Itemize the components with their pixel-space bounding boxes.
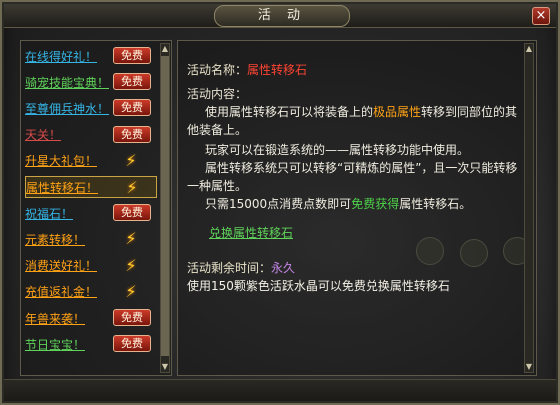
window-title: 活 动 [214,5,350,27]
list-item-label[interactable]: 在线得好礼！ [25,48,109,65]
list-item-label[interactable]: 祝福石！ [25,205,109,222]
lightning-icon[interactable]: ⚡ [121,229,141,249]
exchange-note: 使用150颗紫色活跃水晶可以免费兑换属性转移石 [187,279,450,293]
free-button[interactable]: 免费 [113,125,151,143]
list-item[interactable]: 祝福石！ 免费 [25,202,155,224]
detail-scrollbar[interactable]: ▲ ▼ [524,43,534,373]
list-item-label[interactable]: 天关！ [25,126,109,143]
list-item[interactable]: 年兽来袭！ 免费 [25,307,155,329]
scroll-thumb[interactable] [161,56,169,356]
list-item-label[interactable]: 升星大礼包！ [25,152,109,169]
list-item[interactable]: 升星大礼包！ ⚡ [25,150,155,172]
remaining-time-value: 永久 [271,261,296,275]
free-button[interactable]: 免费 [113,47,151,64]
content-paragraph-4: 只需15000点消费点数即可免费获得属性转移石。 [205,197,472,211]
list-item-label[interactable]: 属性转移石！ [26,179,110,196]
list-item[interactable]: 在线得好礼！ 免费 [25,45,155,67]
decorative-orb-icon [416,237,444,265]
exchange-link[interactable]: 兑换属性转移石 [209,224,293,241]
free-button[interactable]: 免费 [113,99,151,117]
list-item-label[interactable]: 节日宝宝！ [25,336,109,353]
list-item-label[interactable]: 年兽来袭！ [25,310,109,327]
list-item[interactable]: 属性转移石！ ⚡ [25,176,157,198]
list-item-label[interactable]: 消费送好礼！ [25,257,109,274]
content-paragraph-2: 玩家可以在锻造系统的——属性转移功能中使用。 [205,143,470,157]
activity-detail: 活动名称：属性转移石 活动内容： 使用属性转移石可以将装备上的极品属性转移到同部… [177,40,537,376]
lightning-icon[interactable]: ⚡ [121,282,141,302]
activity-list: 在线得好礼！ 免费 骑宠技能宝典！ 免费 至尊佣兵神水！ 免费 天关！ 免费 升星大礼包！ ⚡ 属性… [20,40,172,376]
list-item[interactable]: 骑宠技能宝典！ 免费 [25,71,155,93]
content-paragraph-3: 属性转移系统只可以转移“可精炼的属性”，且一次只能转移一种属性。 [187,161,518,193]
list-item[interactable]: 至尊佣兵神水！ 免费 [25,97,155,119]
lightning-icon[interactable]: ⚡ [122,178,142,198]
free-button[interactable]: 免费 [113,335,151,353]
list-item-label[interactable]: 骑宠技能宝典！ [25,74,109,91]
list-item-label[interactable]: 至尊佣兵神水！ [25,100,109,117]
remaining-time-row: 活动剩余时间：永久 [187,261,296,275]
scroll-down-icon[interactable]: ▼ [161,362,169,372]
free-button[interactable]: 免费 [113,204,151,222]
list-item[interactable]: 消费送好礼！ ⚡ [25,255,155,277]
content-paragraph-1: 使用属性转移石可以将装备上的极品属性转移到同部位的其他装备上。 [187,105,518,137]
free-button[interactable]: 免费 [113,309,151,326]
close-button[interactable]: × [532,7,550,25]
scroll-down-icon[interactable]: ▼ [525,362,533,372]
activity-name-row: 活动名称：属性转移石 [187,61,307,78]
free-button[interactable]: 免费 [113,73,151,91]
list-item[interactable]: 元素转移！ ⚡ [25,228,155,250]
bottom-frame [4,379,556,401]
list-scrollbar[interactable]: ▲ ▼ [160,43,170,373]
decorative-orb-icon [460,239,488,267]
title-bar: 活 动 × [4,4,556,28]
list-item-label[interactable]: 元素转移！ [25,231,109,248]
list-item[interactable]: 天关！ 免费 [25,124,155,146]
lightning-icon[interactable]: ⚡ [121,256,141,276]
activity-name-label: 活动名称： [187,63,248,77]
scroll-up-icon[interactable]: ▲ [525,44,533,54]
activity-content-label: 活动内容： [187,87,248,101]
list-item[interactable]: 充值返礼金！ ⚡ [25,281,155,303]
activity-name-value: 属性转移石 [247,63,308,77]
lightning-icon[interactable]: ⚡ [121,151,141,171]
list-item-label[interactable]: 充值返礼金！ [25,283,109,300]
list-item[interactable]: 节日宝宝！ 免费 [25,333,155,355]
activity-window: 活 动 × 在线得好礼！ 免费 骑宠技能宝典！ 免费 至尊佣兵神水！ 免费 天关！ 免费 升星大… [0,0,560,405]
scroll-up-icon[interactable]: ▲ [161,44,169,54]
